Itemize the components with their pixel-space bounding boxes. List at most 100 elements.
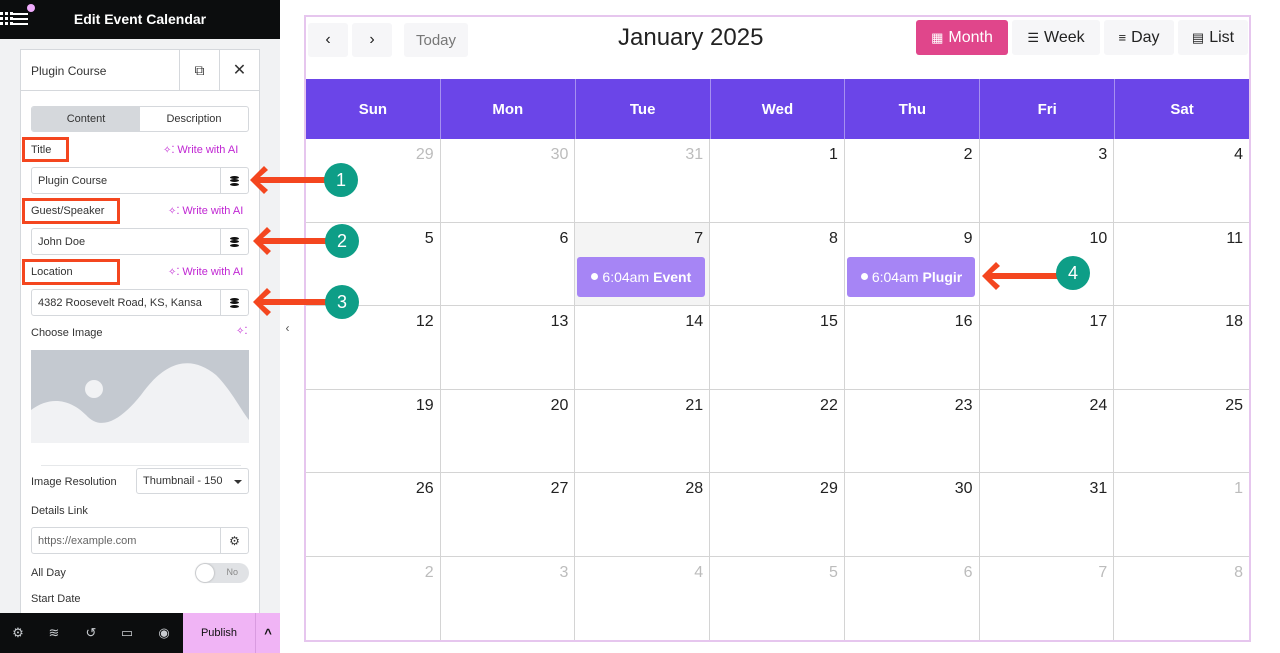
day-number[interactable]: 15 [820, 313, 838, 331]
day-cell[interactable]: 2 [844, 139, 980, 223]
title-field[interactable]: Plugin Course [31, 167, 249, 194]
details-link-input[interactable]: https://example.com [38, 535, 136, 547]
guest-input[interactable]: John Doe [38, 236, 85, 248]
day-number[interactable]: 1 [829, 146, 838, 164]
eye-icon[interactable]: ◉ [156, 625, 172, 641]
publish-button[interactable]: Publish [183, 613, 255, 653]
day-number[interactable]: 6 [964, 564, 973, 582]
all-day-toggle[interactable]: No [195, 563, 249, 583]
day-cell[interactable]: 6 [440, 222, 576, 306]
day-number[interactable]: 21 [685, 397, 703, 415]
day-number[interactable]: 29 [820, 480, 838, 498]
day-number[interactable]: 20 [551, 397, 569, 415]
day-cell[interactable]: 4 [1114, 139, 1249, 223]
day-cell[interactable]: 30 [844, 473, 980, 557]
day-number[interactable]: 29 [416, 146, 434, 164]
write-with-ai-guest[interactable]: Write with AI [168, 205, 243, 217]
day-number[interactable]: 6 [560, 230, 569, 248]
image-resolution-select[interactable]: Thumbnail - 150 [136, 468, 249, 494]
day-cell[interactable]: 27 [440, 473, 576, 557]
collapse-panel-button[interactable]: ‹ [280, 313, 295, 343]
calendar-event[interactable]: 6:04am Event [577, 256, 706, 297]
day-number[interactable]: 24 [1089, 397, 1107, 415]
day-number[interactable]: 13 [551, 313, 569, 331]
day-number[interactable]: 14 [685, 313, 703, 331]
next-month-button[interactable]: › [352, 23, 392, 57]
day-number[interactable]: 2 [425, 564, 434, 582]
day-cell[interactable]: 14 [575, 306, 711, 390]
location-input[interactable]: 4382 Roosevelt Road, KS, Kansa [38, 297, 220, 309]
day-number[interactable]: 4 [694, 564, 703, 582]
day-number[interactable]: 27 [551, 480, 569, 498]
day-number[interactable]: 25 [1225, 397, 1243, 415]
details-link-field[interactable]: https://example.com ⚙ [31, 527, 249, 554]
today-button[interactable]: Today [404, 23, 468, 57]
day-cell[interactable]: 8 [710, 222, 845, 306]
day-cell[interactable]: 16 [844, 306, 980, 390]
day-cell[interactable]: 20 [440, 389, 576, 473]
day-number[interactable]: 8 [1234, 564, 1243, 582]
day-number[interactable]: 3 [1098, 146, 1107, 164]
day-number[interactable]: 17 [1089, 313, 1107, 331]
day-cell[interactable]: 31 [575, 139, 711, 223]
day-cell[interactable]: 7 6:04am Event [575, 222, 711, 306]
dynamic-tags-button[interactable] [220, 290, 248, 315]
day-cell[interactable]: 24 [979, 389, 1115, 473]
day-number[interactable]: 7 [1098, 564, 1107, 582]
duplicate-icon[interactable]: ⧉ [179, 50, 219, 90]
day-number[interactable]: 31 [1089, 480, 1107, 498]
day-cell[interactable]: 23 [844, 389, 980, 473]
day-cell[interactable]: 31 [979, 473, 1115, 557]
day-number[interactable]: 23 [955, 397, 973, 415]
widgets-grid-icon[interactable] [0, 12, 13, 25]
day-number[interactable]: 5 [425, 230, 434, 248]
guest-field[interactable]: John Doe [31, 228, 249, 255]
layers-icon[interactable]: ≋ [46, 625, 62, 641]
close-icon[interactable]: ✕ [219, 50, 259, 90]
day-cell[interactable]: 1 [1114, 473, 1249, 557]
tab-description[interactable]: Description [140, 107, 248, 131]
day-cell[interactable]: 6 [845, 556, 980, 640]
chevron-up-icon[interactable]: ^ [255, 613, 280, 653]
day-cell[interactable]: 13 [440, 306, 576, 390]
day-cell[interactable]: 1 [710, 139, 845, 223]
calendar-event[interactable]: 6:04am Plugir [846, 256, 975, 297]
day-cell[interactable]: 3 [979, 139, 1115, 223]
day-cell[interactable]: 26 [306, 473, 441, 557]
day-cell[interactable]: 5 [710, 556, 845, 640]
responsive-icon[interactable]: ▭ [119, 625, 135, 641]
link-options-gear-icon[interactable]: ⚙ [220, 528, 248, 553]
location-field[interactable]: 4382 Roosevelt Road, KS, Kansa [31, 289, 249, 316]
day-number[interactable]: 18 [1225, 313, 1243, 331]
day-cell[interactable]: 30 [440, 139, 576, 223]
day-cell[interactable]: 19 [306, 389, 441, 473]
day-number[interactable]: 9 [964, 230, 973, 248]
day-number[interactable]: 5 [829, 564, 838, 582]
day-cell[interactable]: 8 [1114, 557, 1249, 641]
day-cell[interactable]: 25 [1114, 390, 1249, 473]
image-placeholder[interactable] [31, 350, 249, 443]
day-number[interactable]: 11 [1226, 230, 1243, 248]
day-cell[interactable]: 12 [306, 306, 441, 390]
view-list-button[interactable]: ▤ List [1178, 20, 1248, 55]
dynamic-tags-button[interactable] [220, 168, 248, 193]
view-day-button[interactable]: ≡ Day [1104, 20, 1174, 55]
day-number[interactable]: 4 [1234, 146, 1243, 164]
ai-sparkle-icon[interactable] [236, 326, 248, 337]
day-number[interactable]: 31 [685, 146, 703, 164]
day-number[interactable]: 30 [955, 480, 973, 498]
day-number[interactable]: 22 [820, 397, 838, 415]
prev-month-button[interactable]: ‹ [308, 23, 348, 57]
day-cell[interactable]: 28 [575, 473, 711, 557]
day-number[interactable]: 8 [829, 230, 838, 248]
day-cell[interactable]: 11 [1114, 223, 1249, 306]
tab-content[interactable]: Content [32, 107, 140, 131]
day-number[interactable]: 2 [964, 146, 973, 164]
day-cell[interactable]: 9 6:04am Plugir [844, 222, 980, 306]
day-number[interactable]: 28 [685, 480, 703, 498]
day-cell[interactable]: 7 [980, 556, 1115, 640]
day-number[interactable]: 12 [416, 313, 434, 331]
day-cell[interactable]: 18 [1114, 306, 1249, 390]
day-cell[interactable]: 2 [306, 556, 441, 640]
write-with-ai-title[interactable]: Write with AI [163, 144, 238, 156]
